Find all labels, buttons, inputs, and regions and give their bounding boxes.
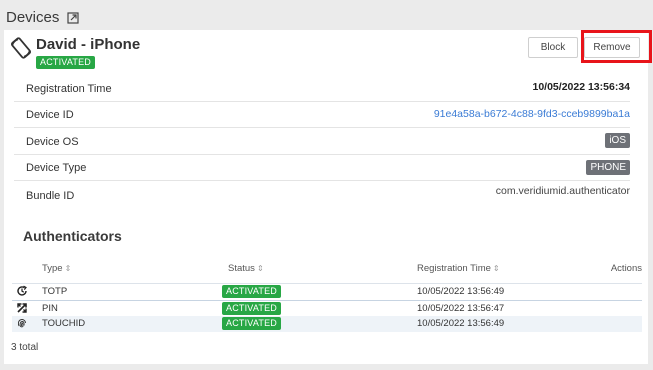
auth-type: TOTP [42, 286, 68, 297]
detail-row-registration-time: Registration Time 10/05/2022 13:56:34 [14, 75, 630, 102]
column-header-actions: Actions [610, 263, 642, 274]
clock-refresh-icon [16, 285, 28, 297]
fingerprint-icon [16, 317, 28, 329]
status-badge: ACTIVATED [36, 56, 95, 69]
detail-label: Registration Time [26, 82, 112, 95]
device-rotate-icon [10, 37, 32, 59]
table-row[interactable]: PIN ACTIVATED 10/05/2022 13:56:47 [12, 300, 642, 316]
pin-arrows-icon [16, 302, 28, 314]
detail-label: Device OS [26, 135, 79, 148]
sort-icon[interactable]: ⇕ [257, 264, 264, 273]
column-header-status[interactable]: Status ⇕ [228, 263, 264, 274]
device-id-link[interactable]: 91e4a58a-b672-4c88-9fd3-cceb9899ba1a [434, 108, 630, 120]
table-row[interactable]: TOTP ACTIVATED 10/05/2022 13:56:49 [12, 284, 642, 300]
detail-row-device-type: Device Type PHONE [14, 155, 630, 182]
auth-registration-time: 10/05/2022 13:56:47 [417, 303, 505, 314]
detail-label: Device Type [26, 162, 87, 175]
external-link-icon[interactable] [67, 11, 79, 24]
table-row[interactable]: TOUCHID ACTIVATED 10/05/2022 13:56:49 [12, 316, 642, 332]
device-details: Registration Time 10/05/2022 13:56:34 De… [14, 75, 630, 208]
sort-icon[interactable]: ⇕ [493, 264, 500, 273]
devices-header: Devices [6, 6, 79, 28]
os-chip: iOS [605, 133, 630, 149]
device-name: David - iPhone [36, 36, 141, 53]
detail-value: 10/05/2022 13:56:34 [532, 81, 631, 93]
authenticators-table: Type ⇕ Status ⇕ Registration Time ⇕ Actions… [12, 260, 642, 332]
detail-row-device-id: Device ID 91e4a58a-b672-4c88-9fd3-cceb98… [14, 102, 630, 129]
column-header-registration-time[interactable]: Registration Time ⇕ [417, 263, 500, 274]
detail-label: Device ID [26, 109, 74, 122]
auth-registration-time: 10/05/2022 13:56:49 [417, 286, 505, 297]
total-count: 3 total [11, 342, 39, 353]
detail-value: com.veridiumid.authenticator [495, 185, 630, 198]
remove-highlight-box [581, 30, 652, 63]
authenticators-title: Authenticators [23, 228, 122, 244]
block-button[interactable]: Block [528, 37, 578, 58]
status-badge: ACTIVATED [222, 285, 281, 298]
detail-label: Bundle ID [26, 189, 75, 202]
status-badge: ACTIVATED [222, 317, 281, 330]
sort-icon[interactable]: ⇕ [65, 264, 72, 273]
detail-row-device-os: Device OS iOS [14, 128, 630, 155]
table-header: Type ⇕ Status ⇕ Registration Time ⇕ Actions [12, 260, 642, 284]
detail-row-bundle-id: Bundle ID com.veridiumid.authenticator [14, 181, 630, 208]
auth-type: TOUCHID [42, 318, 86, 329]
column-header-type[interactable]: Type ⇕ [42, 263, 71, 274]
auth-registration-time: 10/05/2022 13:56:49 [417, 318, 505, 329]
section-title: Devices [6, 8, 60, 26]
device-card: David - iPhone ACTIVATED Block Remove Re… [4, 30, 652, 364]
auth-type: PIN [42, 303, 58, 314]
type-chip: PHONE [586, 159, 630, 175]
status-badge: ACTIVATED [222, 302, 281, 315]
